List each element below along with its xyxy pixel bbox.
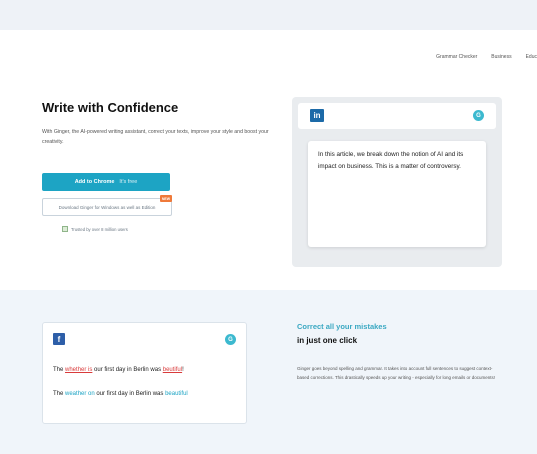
page: Grammar Checker Business Educ Write with… [0,0,537,454]
download-windows-label: Download Ginger for Windows as well as E… [58,204,156,210]
linkedin-demo-card: in G In this article, we break down the … [292,97,502,267]
facebook-icon: f [53,333,65,345]
trust-line: Trusted by over 8 million users [62,226,128,232]
nav-item-business[interactable]: Business [491,54,511,60]
facebook-demo-card: f G The whether is our first day in Berl… [42,322,247,424]
ginger-logo-icon: G [473,110,484,121]
sentence-text: ! [182,367,184,373]
sentence-text: The [53,391,66,397]
ginger-logo-icon: G [225,334,236,345]
top-nav: Grammar Checker Business Educ [436,54,537,60]
sentence-corrected: The weather on our first day in Berlin w… [53,391,188,397]
linkedin-card-header: in G [298,103,496,129]
hero-description: With Ginger, the AI-powered writing assi… [42,129,269,145]
feature-subtitle: in just one click [297,336,358,345]
top-band [0,0,537,30]
sentence-text: our first day in Berlin was [94,391,166,397]
sentence-text: our first day in Berlin was [92,367,163,373]
add-to-chrome-button[interactable]: Add to Chrome It's free [42,173,170,191]
linkedin-post-text: In this article, we break down the notio… [308,141,486,247]
feature-title: Correct all your mistakes [297,322,387,331]
feature-description: Ginger goes beyond spelling and grammar.… [297,366,496,380]
checkbox-icon [62,226,68,232]
add-to-chrome-label: Add to Chrome [74,179,115,185]
nav-item-grammar-checker[interactable]: Grammar Checker [436,54,477,60]
add-to-chrome-sublabel: It's free [119,179,138,185]
download-windows-button[interactable]: Download Ginger for Windows as well as E… [42,198,172,216]
sentence-with-mistakes: The whether is our first day in Berlin w… [53,367,184,373]
nav-item-education[interactable]: Educ [526,54,537,60]
correction-beautiful: beautiful [165,391,188,397]
linkedin-icon: in [310,109,324,122]
sentence-text: The [53,367,66,373]
new-badge: NEW [160,195,172,202]
mistake-beutiful[interactable]: beutiful [163,367,182,373]
correction-weather-on: weather on [65,391,95,397]
mistake-whether[interactable]: whether is [65,367,92,373]
hero-title: Write with Confidence [42,100,179,115]
trust-text: Trusted by over 8 million users [71,226,128,232]
